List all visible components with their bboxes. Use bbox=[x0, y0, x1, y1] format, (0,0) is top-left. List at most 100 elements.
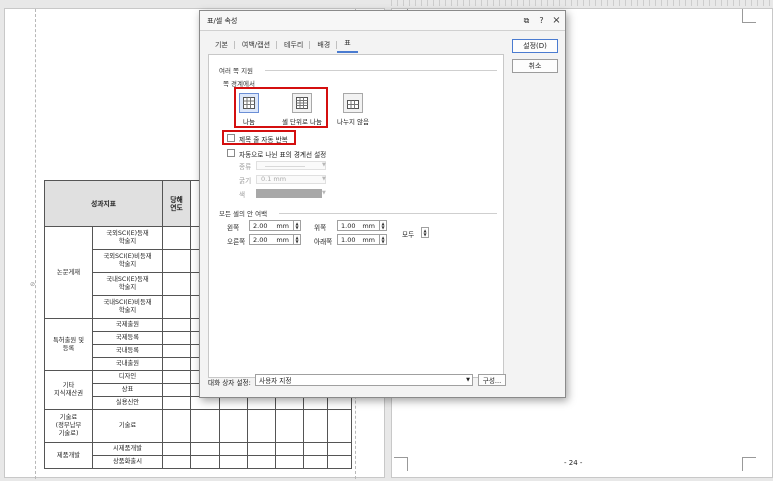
table-cell[interactable] bbox=[247, 442, 277, 456]
dialog-title: 표/셀 속성 bbox=[207, 16, 238, 25]
page-number: - 24 - bbox=[564, 459, 583, 467]
auto-border-checkbox[interactable] bbox=[227, 149, 235, 157]
table-row[interactable]: 제품개발 시제품개발 bbox=[44, 442, 353, 469]
table-group-cell[interactable]: 특허출원 및 등록 bbox=[44, 318, 93, 371]
restore-icon[interactable]: ⧉ bbox=[520, 14, 533, 27]
table-header-indicator[interactable]: 성과지표 bbox=[43, 180, 164, 227]
table-cell[interactable] bbox=[162, 295, 192, 319]
margin-all-spinner[interactable]: ▲ ▼ bbox=[421, 227, 429, 238]
table-cell[interactable] bbox=[162, 226, 192, 250]
table-cell[interactable] bbox=[190, 396, 221, 410]
chevron-down-icon: ▼ bbox=[322, 190, 326, 196]
table-item-cell[interactable]: 상품화출시 bbox=[91, 455, 164, 469]
table-cell[interactable] bbox=[190, 442, 221, 456]
table-cell[interactable] bbox=[303, 396, 329, 410]
table-item-cell[interactable]: 실용신안 bbox=[91, 396, 164, 410]
table-cell[interactable] bbox=[219, 455, 249, 469]
margin-right-label: 오른쪽 bbox=[227, 238, 246, 246]
table-group-cell[interactable]: 기술료 (정부납부 기술료) bbox=[44, 409, 93, 443]
table-item-cell[interactable]: 국내출원 bbox=[91, 357, 164, 371]
table-cell[interactable] bbox=[219, 442, 249, 456]
table-cell[interactable] bbox=[162, 357, 192, 371]
ok-button[interactable]: 설정(D) bbox=[512, 39, 558, 53]
tab-basic[interactable]: 기본 bbox=[208, 40, 235, 53]
table-cell[interactable] bbox=[247, 409, 277, 443]
table-header-current-year[interactable]: 당해 연도 bbox=[162, 180, 192, 227]
table-item-cell[interactable]: 국외SCI(E)비등재 학술지 bbox=[91, 249, 164, 273]
cancel-button[interactable]: 취소 bbox=[512, 59, 558, 73]
table-cell[interactable] bbox=[162, 344, 192, 358]
table-group-cell[interactable]: 기타 지식재산권 bbox=[44, 370, 93, 410]
table-cell[interactable] bbox=[162, 409, 192, 443]
table-item-cell[interactable]: 기술료 bbox=[91, 409, 164, 443]
table-cell[interactable] bbox=[275, 442, 305, 456]
split-option-none-label: 나누지 않음 bbox=[337, 118, 369, 126]
table-item-cell[interactable]: 국제출원 bbox=[91, 318, 164, 332]
margin-top-input[interactable]: 1.00 mm ▲ ▼ bbox=[337, 220, 387, 231]
margin-left-input[interactable]: 2.00 mm ▲ ▼ bbox=[249, 220, 301, 231]
table-cell[interactable] bbox=[162, 383, 192, 397]
table-row[interactable]: 기술료 (정부납부 기술료) 기술료 bbox=[44, 409, 353, 443]
table-cell[interactable] bbox=[247, 396, 277, 410]
table-cell[interactable] bbox=[162, 396, 192, 410]
table-cell[interactable] bbox=[162, 442, 192, 456]
table-item-cell[interactable]: 국내SCI(E)비등재 학술지 bbox=[91, 295, 164, 319]
spin-arrows-icon[interactable]: ▲ ▼ bbox=[422, 228, 428, 237]
table-cell[interactable] bbox=[190, 455, 221, 469]
table-cell[interactable] bbox=[162, 272, 192, 296]
close-icon[interactable]: × bbox=[550, 14, 563, 27]
table-item-cell[interactable]: 국내SCI(E)등재 학술지 bbox=[91, 272, 164, 296]
table-cell[interactable] bbox=[327, 396, 353, 410]
help-icon[interactable]: ? bbox=[535, 14, 548, 27]
tab-background[interactable]: 배경 bbox=[310, 40, 338, 53]
border-color-label: 색 bbox=[239, 191, 246, 199]
table-group-cell[interactable]: 논문게재 bbox=[44, 226, 93, 319]
border-kind-label: 종류 bbox=[239, 163, 252, 171]
table-cell[interactable] bbox=[275, 409, 305, 443]
spin-arrows-icon[interactable]: ▲ ▼ bbox=[293, 235, 300, 244]
table-item-cell[interactable]: 디자인 bbox=[91, 370, 164, 384]
table-cell[interactable] bbox=[162, 455, 192, 469]
table-item-cell[interactable]: 시제품개발 bbox=[91, 442, 164, 456]
table-item-cell[interactable]: 상표 bbox=[91, 383, 164, 397]
table-cell[interactable] bbox=[303, 442, 329, 456]
table-cell[interactable] bbox=[327, 455, 353, 469]
table-cell[interactable] bbox=[162, 331, 192, 345]
crop-mark bbox=[742, 457, 756, 471]
table-item-cell[interactable]: 국외SCI(E)등재 학술지 bbox=[91, 226, 164, 250]
margin-bottom-input[interactable]: 1.00 mm ▲ ▼ bbox=[337, 234, 387, 245]
group-divider bbox=[265, 70, 497, 71]
margin-all-label: 모두 bbox=[402, 231, 415, 239]
auto-border-label[interactable]: 자동으로 나뉜 표의 경계선 설정 bbox=[239, 149, 326, 159]
table-cell[interactable] bbox=[190, 409, 221, 443]
spin-arrows-icon[interactable]: ▲ ▼ bbox=[379, 235, 386, 244]
multi-page-group-label: 여러 쪽 지원 bbox=[219, 67, 254, 75]
table-cell[interactable] bbox=[275, 455, 305, 469]
table-cell[interactable] bbox=[162, 370, 192, 384]
table-item-cell[interactable]: 국내등록 bbox=[91, 344, 164, 358]
spin-arrows-icon[interactable]: ▲ ▼ bbox=[379, 221, 386, 230]
table-cell[interactable] bbox=[162, 249, 192, 273]
table-cell[interactable] bbox=[327, 409, 353, 443]
table-cell[interactable] bbox=[247, 455, 277, 469]
spin-arrows-icon[interactable]: ▲ ▼ bbox=[293, 221, 300, 230]
table-cell[interactable] bbox=[303, 455, 329, 469]
table-cell-properties-dialog[interactable]: 표/셀 속성 ⧉ ? × 기본 여백/캡션 테두리 배경 표 설정(D) 취소 … bbox=[199, 10, 566, 398]
tab-table[interactable]: 표 bbox=[337, 38, 358, 53]
border-thickness-label: 굵기 bbox=[239, 177, 252, 185]
tab-margin-caption[interactable]: 여백/캡션 bbox=[235, 40, 278, 53]
table-cell[interactable] bbox=[275, 396, 305, 410]
table-item-cell[interactable]: 국제등록 bbox=[91, 331, 164, 345]
dialog-titlebar[interactable]: 표/셀 속성 ⧉ ? × bbox=[200, 11, 565, 31]
split-option-none[interactable] bbox=[343, 93, 363, 113]
margin-right-input[interactable]: 2.00 mm ▲ ▼ bbox=[249, 234, 301, 245]
table-group-cell[interactable]: 제품개발 bbox=[44, 442, 93, 469]
config-button[interactable]: 구성... bbox=[478, 374, 506, 386]
dialog-settings-select[interactable]: 사용자 지정 ▼ bbox=[255, 374, 473, 386]
table-cell[interactable] bbox=[327, 442, 353, 456]
table-cell[interactable] bbox=[162, 318, 192, 332]
table-cell[interactable] bbox=[219, 409, 249, 443]
tab-border[interactable]: 테두리 bbox=[277, 40, 311, 53]
table-cell[interactable] bbox=[303, 409, 329, 443]
table-cell[interactable] bbox=[219, 396, 249, 410]
